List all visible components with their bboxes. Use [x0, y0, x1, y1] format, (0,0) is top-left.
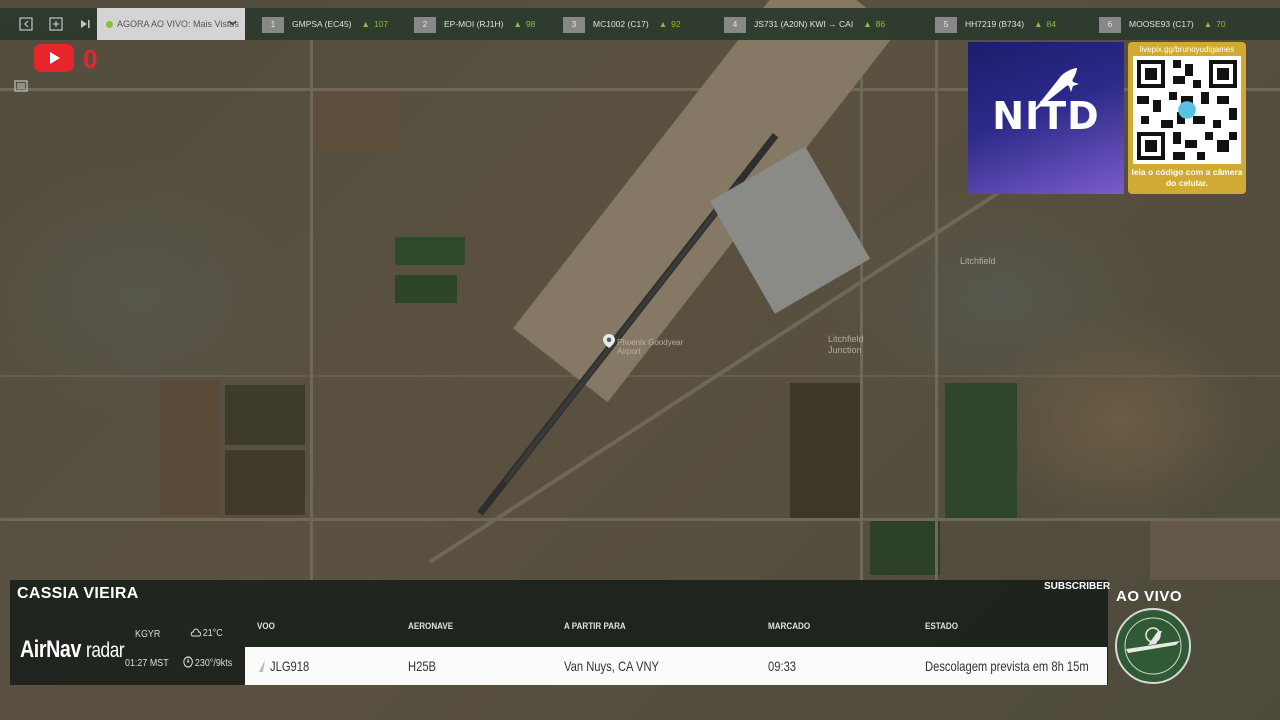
- flight-code: EP-MOI (RJ1H): [444, 19, 504, 29]
- expand-icon[interactable]: [49, 17, 63, 31]
- col-header-flight: VOO: [257, 621, 275, 632]
- map-field: [1150, 520, 1280, 580]
- map-road: [935, 40, 938, 580]
- flight-number: JLG918: [270, 658, 310, 674]
- local-time: 01:27 MST: [125, 657, 169, 669]
- channel-badge-icon: [1115, 608, 1191, 684]
- flight-viewers: 70: [1216, 19, 1226, 29]
- flight-rank: 1: [262, 16, 284, 33]
- qr-promo[interactable]: livepix.gg/brunoyudigames leia o código …: [1128, 42, 1246, 194]
- map-field: [395, 275, 457, 303]
- flight-code: MOOSE93 (C17): [1129, 19, 1194, 29]
- flight-code: JS731 (A20N) KWI → CAI: [754, 19, 854, 29]
- qr-caption: leia o código com a câmera do celular.: [1131, 167, 1243, 188]
- map-label-airport: Phoenix Goodyear Airport: [617, 338, 684, 356]
- wind: 230°/9kts: [183, 656, 232, 669]
- chevron-down-icon: [228, 20, 237, 26]
- youtube-subscriber-count: 0: [83, 44, 98, 74]
- nitd-logo: NITD: [968, 42, 1124, 194]
- airnav-brand-sub: radar: [86, 639, 125, 662]
- airnav-radar-logo: AirNav radar: [20, 636, 125, 664]
- flight-viewers: 86: [875, 19, 886, 29]
- viewers-icon: ▲: [863, 19, 872, 29]
- flight-code: MC1002 (C17): [593, 19, 649, 29]
- flight-viewers: 92: [671, 19, 681, 29]
- map-field: [945, 383, 1017, 518]
- viewers-icon: ▲: [1034, 19, 1043, 29]
- airnav-brand: AirNav: [20, 636, 81, 663]
- map-road: [0, 375, 1280, 377]
- map-field: [160, 380, 220, 515]
- top-flight-1[interactable]: 1 GMPSA (EC45) ▲ 107: [262, 8, 388, 40]
- map-field: [310, 90, 400, 150]
- scheduled-time: 09:33: [768, 658, 797, 674]
- map-pin-icon[interactable]: [603, 334, 615, 348]
- qr-url: livepix.gg/brunoyudigames: [1139, 45, 1235, 54]
- youtube-icon[interactable]: [34, 44, 74, 72]
- flight-status: Descolagem prevista em 8h 15m: [925, 658, 1089, 674]
- viewers-icon: ▲: [513, 19, 522, 29]
- list-icon[interactable]: [14, 80, 28, 92]
- viewers-icon: ▲: [361, 19, 370, 29]
- aircraft-type: H25B: [408, 658, 437, 674]
- col-header-scheduled: MARCADO: [768, 621, 811, 632]
- flight-rank: 6: [1099, 16, 1121, 33]
- map-field: [870, 520, 940, 575]
- map-label-junction: Litchfield Junction: [828, 334, 864, 355]
- flight-viewers: 84: [1046, 19, 1056, 29]
- flight-rank: 2: [414, 16, 436, 33]
- flight-viewers: 107: [373, 19, 389, 29]
- col-header-aircraft: AERONAVE: [408, 621, 454, 632]
- temperature-value: 21°C: [202, 627, 223, 639]
- map-field: [395, 237, 465, 265]
- weather-icon: [190, 628, 202, 637]
- top-flight-5[interactable]: 5 HH7219 (B734) ▲ 84: [935, 8, 1056, 40]
- temperature: 21°C: [190, 626, 223, 639]
- wind-value: 230°/9kts: [194, 657, 233, 669]
- airport-code: KGYR: [135, 628, 161, 640]
- top-flight-6[interactable]: 6 MOOSE93 (C17) ▲ 70: [1099, 8, 1226, 40]
- flight-code: GMPSA (EC45): [292, 19, 352, 29]
- flight-row[interactable]: JLG918 H25B Van Nuys, CA VNY 09:33 Desco…: [245, 647, 1107, 685]
- subscriber-label: SUBSCRIBER: [1044, 581, 1111, 592]
- skip-next-icon[interactable]: [78, 17, 92, 31]
- top-flight-3[interactable]: 3 MC1002 (C17) ▲ 92: [563, 8, 681, 40]
- departure-icon: [259, 660, 265, 672]
- viewers-icon: ▲: [1203, 19, 1213, 29]
- subscriber-name: CASSIA VIEIRA: [17, 585, 139, 602]
- live-now-label: AGORA AO VIVO: Mais Vistos: [117, 19, 239, 29]
- live-dot-icon: [106, 21, 113, 28]
- top-flight-2[interactable]: 2 EP-MOI (RJ1H) ▲ 98: [414, 8, 535, 40]
- flight-rank: 3: [563, 16, 585, 33]
- flight-rank: 4: [724, 16, 746, 33]
- live-label: AO VIVO: [1116, 588, 1183, 605]
- map-road: [310, 40, 313, 580]
- top-bar: AGORA AO VIVO: Mais Vistos 1 GMPSA (EC45)…: [0, 8, 1280, 40]
- col-header-route: A PARTIR PARA: [564, 621, 626, 632]
- nitd-logo-text: NITD: [992, 94, 1100, 138]
- map-field: [225, 385, 305, 445]
- map-road: [860, 40, 863, 580]
- col-header-status: ESTADO: [925, 621, 959, 632]
- live-now-dropdown[interactable]: AGORA AO VIVO: Mais Vistos: [97, 8, 245, 40]
- map-field: [225, 450, 305, 515]
- flight-rank: 5: [935, 16, 957, 33]
- compass-icon: [183, 656, 193, 668]
- top-flight-4[interactable]: 4 JS731 (A20N) KWI → CAI ▲ 86: [724, 8, 885, 40]
- viewers-icon: ▲: [658, 19, 668, 29]
- qr-code-icon: [1133, 56, 1241, 164]
- collapse-icon[interactable]: [19, 17, 33, 31]
- flight-viewers: 98: [525, 19, 536, 29]
- route: Van Nuys, CA VNY: [564, 658, 660, 674]
- map-label-litchfield: Litchfield: [960, 256, 996, 266]
- map-field: [790, 383, 862, 518]
- map-road: [0, 518, 1280, 521]
- flight-code: HH7219 (B734): [965, 19, 1025, 29]
